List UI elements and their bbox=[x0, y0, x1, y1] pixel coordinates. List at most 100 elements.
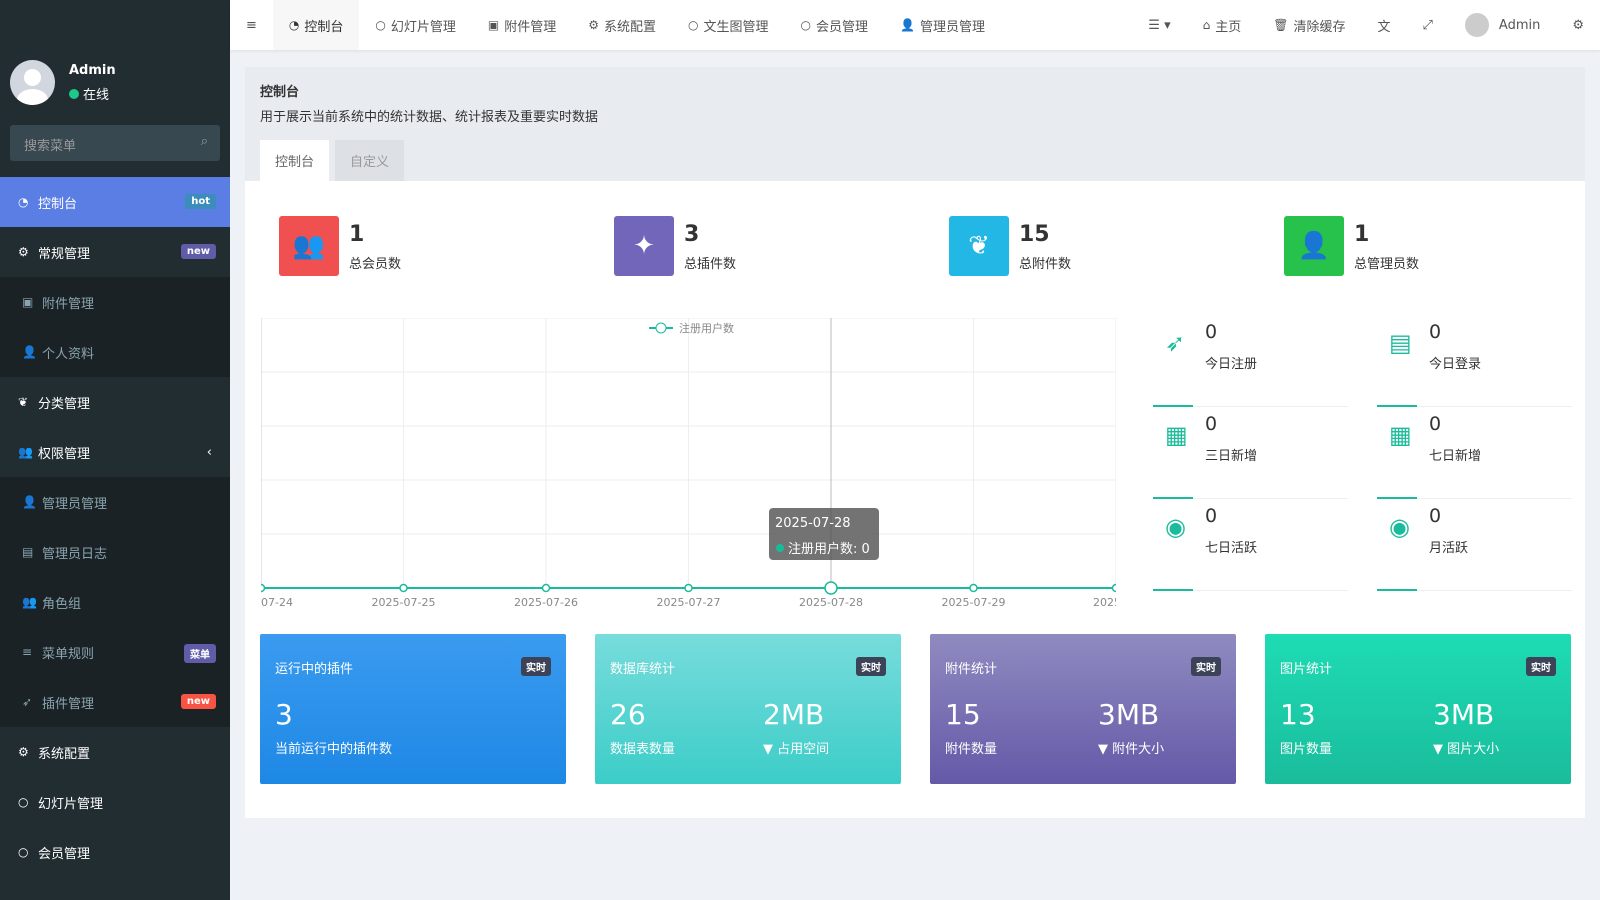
sidebar-item-6[interactable]: 👤 管理员管理 bbox=[0, 477, 230, 527]
menu-badge: 菜单 bbox=[184, 644, 216, 663]
mini-stat-value: 0 bbox=[1205, 505, 1218, 527]
stat-label: 总附件数 bbox=[1019, 257, 1072, 272]
vcard-icon: ▤ bbox=[1389, 329, 1412, 357]
stat-value: 1 bbox=[349, 222, 365, 247]
stat-card-2: 附件统计 实时 15 附件数量 3MB ▼ 附件大小 bbox=[930, 634, 1236, 784]
stat-value: 15 bbox=[1019, 222, 1050, 247]
language-button[interactable]: 文 bbox=[1361, 0, 1406, 50]
home-link[interactable]: ⌂ 主页 bbox=[1187, 0, 1258, 50]
user-circle-icon: ◉ bbox=[1389, 513, 1410, 541]
page-title: 控制台 bbox=[260, 85, 300, 100]
realtime-badge: 实时 bbox=[1191, 657, 1221, 676]
sidebar-toggle-button[interactable]: ≡ bbox=[230, 0, 273, 50]
filter-icon: ▼ bbox=[763, 742, 778, 757]
sidebar-item-11[interactable]: ⚙ 系统配置 bbox=[0, 727, 230, 777]
chevron-left-icon: ‹ bbox=[206, 444, 212, 460]
stat-card-1: 数据库统计 实时 26 数据表数量 2MB ▼ 占用空间 bbox=[595, 634, 901, 784]
sidebar-item-7[interactable]: ▤ 管理员日志 bbox=[0, 527, 230, 577]
user-icon: 👤 bbox=[22, 345, 37, 359]
card-footer-2: ▼ 占用空间 bbox=[763, 742, 830, 757]
user-menu[interactable]: Admin bbox=[1449, 0, 1556, 50]
x-tick-label: 07-24 bbox=[261, 596, 293, 608]
nav-tab-4[interactable]: ○ 文生图管理 bbox=[672, 0, 785, 50]
nav-tab-5[interactable]: ○ 会员管理 bbox=[785, 0, 885, 50]
data-point bbox=[261, 583, 266, 593]
x-tick-label: 2025-07-27 bbox=[657, 596, 721, 608]
nav-tab-0[interactable]: ◔ 控制台 bbox=[272, 0, 360, 50]
mini-stat-value: 0 bbox=[1429, 321, 1442, 343]
sidebar-item-3[interactable]: 👤 个人资料 bbox=[0, 327, 230, 377]
tab-dashboard[interactable]: 控制台 bbox=[260, 140, 330, 181]
mini-stat-3: ▦ 0 七日新增 bbox=[1377, 407, 1572, 499]
tooltip-marker bbox=[776, 544, 784, 552]
sidebar-item-label: 控制台 bbox=[38, 196, 78, 212]
nav-tab-6[interactable]: 👤 管理员管理 bbox=[884, 0, 1001, 50]
realtime-badge: 实时 bbox=[1526, 657, 1556, 676]
home-icon: ⌂ bbox=[1202, 18, 1211, 32]
image-icon: ▣ bbox=[22, 295, 34, 309]
sidebar-item-12[interactable]: ○ 幻灯片管理 bbox=[0, 777, 230, 827]
dashboard-icon: ◔ bbox=[18, 195, 29, 209]
nav-tab-2[interactable]: ▣ 附件管理 bbox=[472, 0, 572, 50]
card-title: 运行中的插件 bbox=[275, 662, 354, 677]
settings-button[interactable]: ⚙ bbox=[1556, 0, 1600, 50]
fullscreen-button[interactable]: ⤢ bbox=[1407, 0, 1449, 50]
menu-search-input[interactable]: 搜索菜单 ⌕ bbox=[10, 125, 220, 161]
magic-icon: ✦ bbox=[614, 216, 674, 276]
sidebar-item-0[interactable]: ◔ 控制台 hot bbox=[0, 177, 230, 227]
realtime-badge: 实时 bbox=[521, 657, 551, 676]
stat-label: 总插件数 bbox=[684, 257, 737, 272]
sidebar-item-2[interactable]: ▣ 附件管理 bbox=[0, 277, 230, 327]
card-footer: 图片数量 bbox=[1280, 742, 1333, 757]
sidebar-item-8[interactable]: 👥 角色组 bbox=[0, 577, 230, 627]
sidebar-item-4[interactable]: ❦ 分类管理 bbox=[0, 377, 230, 427]
data-point bbox=[969, 583, 978, 593]
image-icon: ▣ bbox=[487, 18, 500, 32]
sidebar-item-label: 管理员日志 bbox=[42, 546, 108, 562]
dashboard-icon: ◔ bbox=[288, 18, 300, 32]
sidebar-item-9[interactable]: ≡ 菜单规则 菜单 bbox=[0, 627, 230, 677]
mini-stat-label: 七日新增 bbox=[1429, 449, 1482, 464]
multi-tab-menu-button[interactable]: ☰ ▾ bbox=[1132, 0, 1186, 50]
page-description: 用于展示当前系统中的统计数据、统计报表及重要实时数据 bbox=[260, 110, 599, 125]
clear-cache-button[interactable]: 🗑 清除缓存 bbox=[1257, 0, 1361, 50]
circle-icon: ○ bbox=[688, 18, 699, 32]
card-title: 附件统计 bbox=[945, 662, 998, 677]
sidebar-item-label: 会员管理 bbox=[38, 846, 91, 862]
mini-stat-label: 今日注册 bbox=[1205, 357, 1258, 372]
menu-badge: hot bbox=[185, 194, 216, 209]
user-icon: 👤 bbox=[1284, 216, 1344, 276]
sidebar-item-13[interactable]: ○ 会员管理 bbox=[0, 827, 230, 877]
data-point bbox=[684, 583, 693, 593]
sidebar-item-1[interactable]: ⚙ 常规管理 new bbox=[0, 227, 230, 277]
sidebar-item-10[interactable]: ➶ 插件管理 new bbox=[0, 677, 230, 727]
card-footer: 当前运行中的插件数 bbox=[275, 742, 393, 757]
circle-icon: ○ bbox=[800, 18, 812, 32]
status-dot-icon bbox=[69, 88, 79, 99]
sidebar-item-label: 常规管理 bbox=[38, 246, 91, 262]
nav-tab-3[interactable]: ⚙ 系统配置 bbox=[572, 0, 672, 50]
user-name: Admin bbox=[69, 62, 116, 78]
tab-custom[interactable]: 自定义 bbox=[335, 140, 405, 181]
dashboard-panel: 控制台 用于展示当前系统中的统计数据、统计报表及重要实时数据 控制台 自定义 👥… bbox=[245, 67, 1585, 818]
stat-value: 1 bbox=[1354, 222, 1370, 247]
x-tick-label: 2025-07-26 bbox=[514, 596, 578, 608]
bars-icon: ≡ bbox=[22, 645, 33, 659]
card-footer: 数据表数量 bbox=[610, 742, 676, 757]
stat-card-0: 运行中的插件 实时 3 当前运行中的插件数 bbox=[260, 634, 566, 784]
calendar-plus-icon: ▦ bbox=[1389, 421, 1412, 449]
x-tick-label: 2025-07 bbox=[1093, 596, 1116, 608]
circle-icon: ○ bbox=[18, 845, 29, 859]
sidebar-item-label: 分类管理 bbox=[38, 396, 91, 412]
sidebar-menu: ◔ 控制台 hot ⚙ 常规管理 new ▣ 附件管理 👤 个人资料 ❦ 分类管理 👥 权限管理 ‹ 👤 管理员… bbox=[0, 177, 230, 877]
sidebar-item-5[interactable]: 👥 权限管理 ‹ bbox=[0, 427, 230, 477]
nav-tab-1[interactable]: ○ 幻灯片管理 bbox=[359, 0, 472, 50]
user-circle-icon: ◉ bbox=[1165, 513, 1186, 541]
realtime-badge: 实时 bbox=[856, 657, 886, 676]
sidebar-item-label: 角色组 bbox=[42, 596, 82, 612]
circle-icon: ○ bbox=[375, 18, 386, 32]
registration-chart: 07-24 2025-07-25 2025-07-26 2025-07-27 2025-… bbox=[261, 318, 1116, 608]
card-footer-2: ▼ 图片大小 bbox=[1433, 742, 1500, 757]
mini-stat-label: 三日新增 bbox=[1205, 449, 1258, 464]
card-title: 数据库统计 bbox=[610, 662, 676, 677]
